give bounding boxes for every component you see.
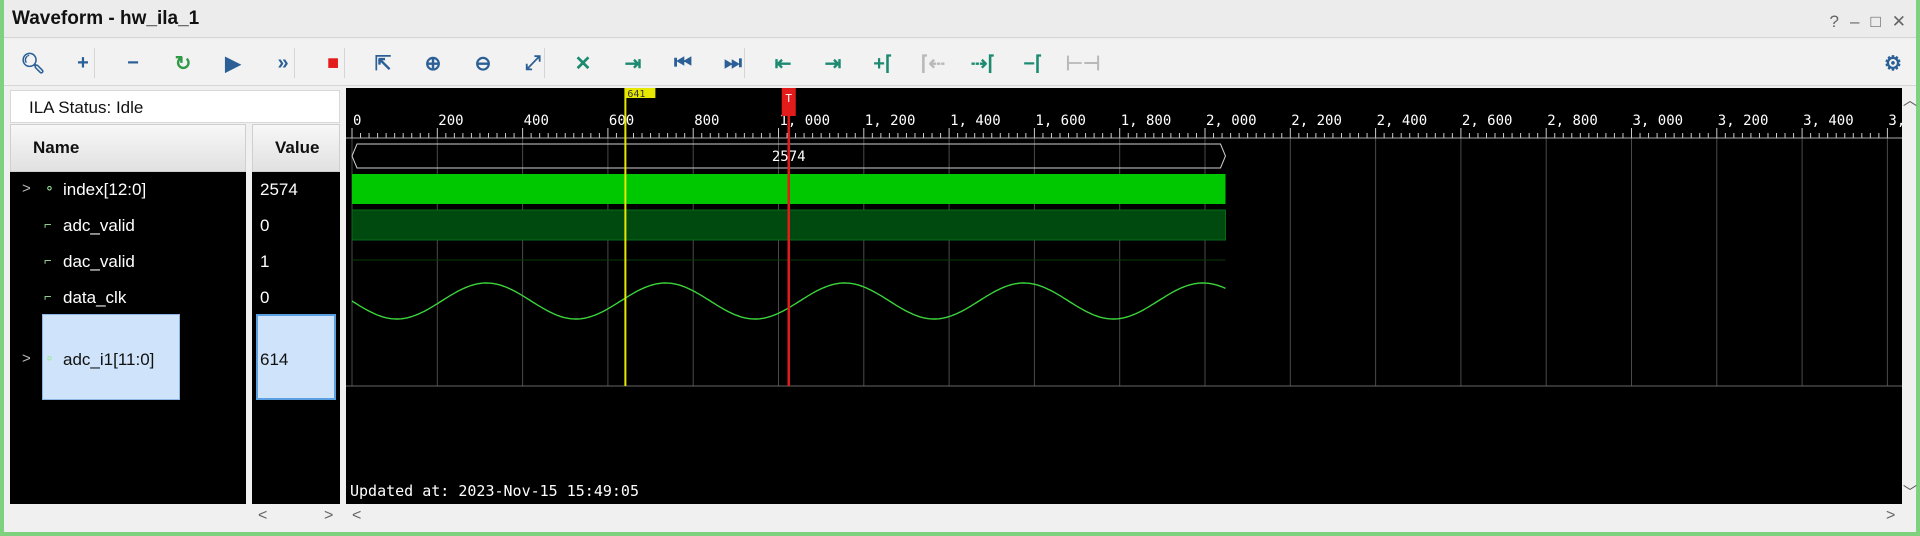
remove-icon[interactable]: − [116, 47, 150, 79]
minimize-icon[interactable]: – [1850, 12, 1859, 32]
toolbar-separator [294, 48, 295, 78]
signal-name: dac_valid [63, 252, 135, 271]
title-bar: Waveform - hw_ila_1 ? – □ ✕ [4, 0, 1916, 38]
toolbar-separator [544, 48, 545, 78]
ruler-label: 3, [1888, 113, 1902, 129]
signal-value: 0 [260, 288, 270, 307]
settings-gear-icon[interactable]: ⚙ [1876, 47, 1910, 79]
signal-value: 2574 [260, 180, 298, 199]
ruler-label: 1, 400 [950, 113, 1001, 129]
zoom-in-icon[interactable]: ⊕ [416, 47, 450, 79]
close-icon[interactable]: ✕ [1892, 12, 1906, 32]
signal-row[interactable]: ⌐ data_clk [10, 280, 246, 316]
toolbar-separator [344, 48, 345, 78]
cursor-label: 641 [627, 89, 645, 100]
signal-name: adc_valid [63, 216, 135, 235]
scroll-up-icon[interactable]: ︿ [1903, 90, 1917, 110]
next-transition-icon[interactable]: ⇥ [816, 47, 850, 79]
scroll-left-icon[interactable]: < [352, 507, 361, 525]
search-icon[interactable]: 🔍︎ [16, 47, 50, 79]
value-horizontal-scrollbar[interactable]: < > [252, 506, 340, 528]
help-icon[interactable]: ? [1830, 12, 1839, 32]
next-marker-icon[interactable]: ⇢⌈ [966, 47, 1000, 79]
ruler-label: 400 [524, 113, 549, 129]
name-column-label: Name [33, 138, 80, 157]
bit-signal-icon: ⌐ [44, 217, 52, 232]
ruler-label: 3, 000 [1633, 113, 1684, 129]
export-icon[interactable]: ⇱ [366, 47, 400, 79]
zoom-out-icon[interactable]: ⊖ [466, 47, 500, 79]
name-column-header[interactable]: Name [10, 124, 246, 172]
swap-cursors-icon[interactable]: ⊢⊣ [1066, 47, 1101, 79]
toolbar-separator [744, 48, 745, 78]
trigger-label: T [785, 92, 792, 105]
scroll-down-icon[interactable]: ﹀ [1903, 482, 1917, 502]
ruler-label: 200 [438, 113, 463, 129]
waveform-window: Waveform - hw_ila_1 ? – □ ✕ 🔍︎ + − ↻ ▶» ■ ⇱ ⊕ ⊖ ⤢… [0, 0, 1920, 536]
signal-value-list: 2574 0 1 0 614 [252, 172, 340, 504]
run-trigger-icon[interactable]: ▶ [216, 47, 250, 79]
window-controls: ? – □ ✕ [1830, 12, 1906, 32]
previous-transition-icon[interactable]: ⇤ [766, 47, 800, 79]
ruler-label: 800 [694, 113, 719, 129]
bit-signal-icon: ⌐ [44, 289, 52, 304]
signal-value: 1 [260, 252, 270, 271]
updated-timestamp: Updated at: 2023-Nov-15 15:49:05 [350, 482, 639, 500]
cursor-toggle-icon[interactable]: ✕ [566, 47, 600, 79]
signal-row[interactable]: ⌐ dac_valid [10, 244, 246, 280]
signal-row[interactable]: ⌐ adc_valid [10, 208, 246, 244]
signal-row[interactable]: > ⚬ index[12:0] [10, 172, 246, 208]
ruler-label: 2, 000 [1206, 113, 1257, 129]
value-column-label: Value [275, 138, 320, 157]
bus-signal-icon: ⚬ [44, 181, 55, 196]
ruler-label: 2, 400 [1377, 113, 1428, 129]
waveform-vertical-scrollbar[interactable]: ︿ ﹀ [1902, 88, 1917, 504]
ruler-label: 1, 200 [865, 113, 916, 129]
scroll-right-icon[interactable]: > [324, 507, 333, 525]
scroll-right-icon[interactable]: > [1886, 507, 1895, 525]
toolbar-separator [94, 48, 95, 78]
ruler-label: 1, 600 [1035, 113, 1086, 129]
signal-name: data_clk [63, 288, 127, 307]
ruler-label: 1, 800 [1121, 113, 1172, 129]
signal-row[interactable]: > ⚬ adc_i1[11:0] [10, 342, 246, 378]
window-title: Waveform - hw_ila_1 [12, 8, 200, 29]
maximize-icon[interactable]: □ [1870, 12, 1880, 32]
scroll-left-icon[interactable]: < [258, 507, 267, 525]
ruler-label: 2, 200 [1291, 113, 1342, 129]
signal-value: 0 [260, 216, 270, 235]
ruler-label: 3, 400 [1803, 113, 1854, 129]
ruler-label: 600 [609, 113, 634, 129]
expand-chevron-icon[interactable]: > [22, 350, 31, 367]
waveform-horizontal-scrollbar[interactable]: < > [346, 506, 1908, 528]
delete-marker-icon[interactable]: −⌈ [1016, 47, 1050, 79]
ila-status-text: ILA Status: Idle [29, 98, 144, 117]
ruler-label: 0 [353, 113, 361, 129]
go-to-start-icon[interactable]: ⏮ [666, 47, 700, 79]
ruler-label: 2, 800 [1547, 113, 1598, 129]
waveform-canvas[interactable]: 0 200 400 600 800 1, 000 1, 200 1, 400 1, 600 1, … [346, 88, 1908, 504]
bit-signal-icon: ⌐ [44, 253, 52, 268]
toolbar: 🔍︎ + − ↻ ▶» ■ ⇱ ⊕ ⊖ ⤢ ✕ ⇥ ⏮ ⏭ ⇤ ⇥ +⌈ ⌈⇠ ⇢⌈ −⌈ ⊢⊣ ⚙ [4, 40, 1916, 86]
ila-status: ILA Status: Idle [10, 90, 340, 123]
signal-name-list: > ⚬ index[12:0] ⌐ adc_valid ⌐ dac_valid ⌐ data_c… [10, 172, 246, 504]
signal-value: 614 [260, 350, 289, 369]
signal-name: adc_i1[11:0] [63, 350, 155, 369]
previous-marker-icon[interactable]: ⌈⇠ [916, 47, 950, 79]
signal-name: index[12:0] [63, 180, 147, 199]
ruler-label: 3, 200 [1718, 113, 1769, 129]
value-column-header[interactable]: Value [252, 124, 340, 172]
add-marker-icon[interactable]: +⌈ [866, 47, 900, 79]
go-to-cursor-icon[interactable]: ⇥ [616, 47, 650, 79]
ruler-label: 2, 600 [1462, 113, 1513, 129]
waveform-svg[interactable]: 0 200 400 600 800 1, 000 1, 200 1, 400 1, 600 1, … [346, 88, 1905, 504]
expand-chevron-icon[interactable]: > [22, 180, 31, 197]
run-trigger-immediate-icon[interactable]: ↻ [166, 47, 200, 79]
analog-bus-icon: ⚬ [44, 351, 55, 366]
